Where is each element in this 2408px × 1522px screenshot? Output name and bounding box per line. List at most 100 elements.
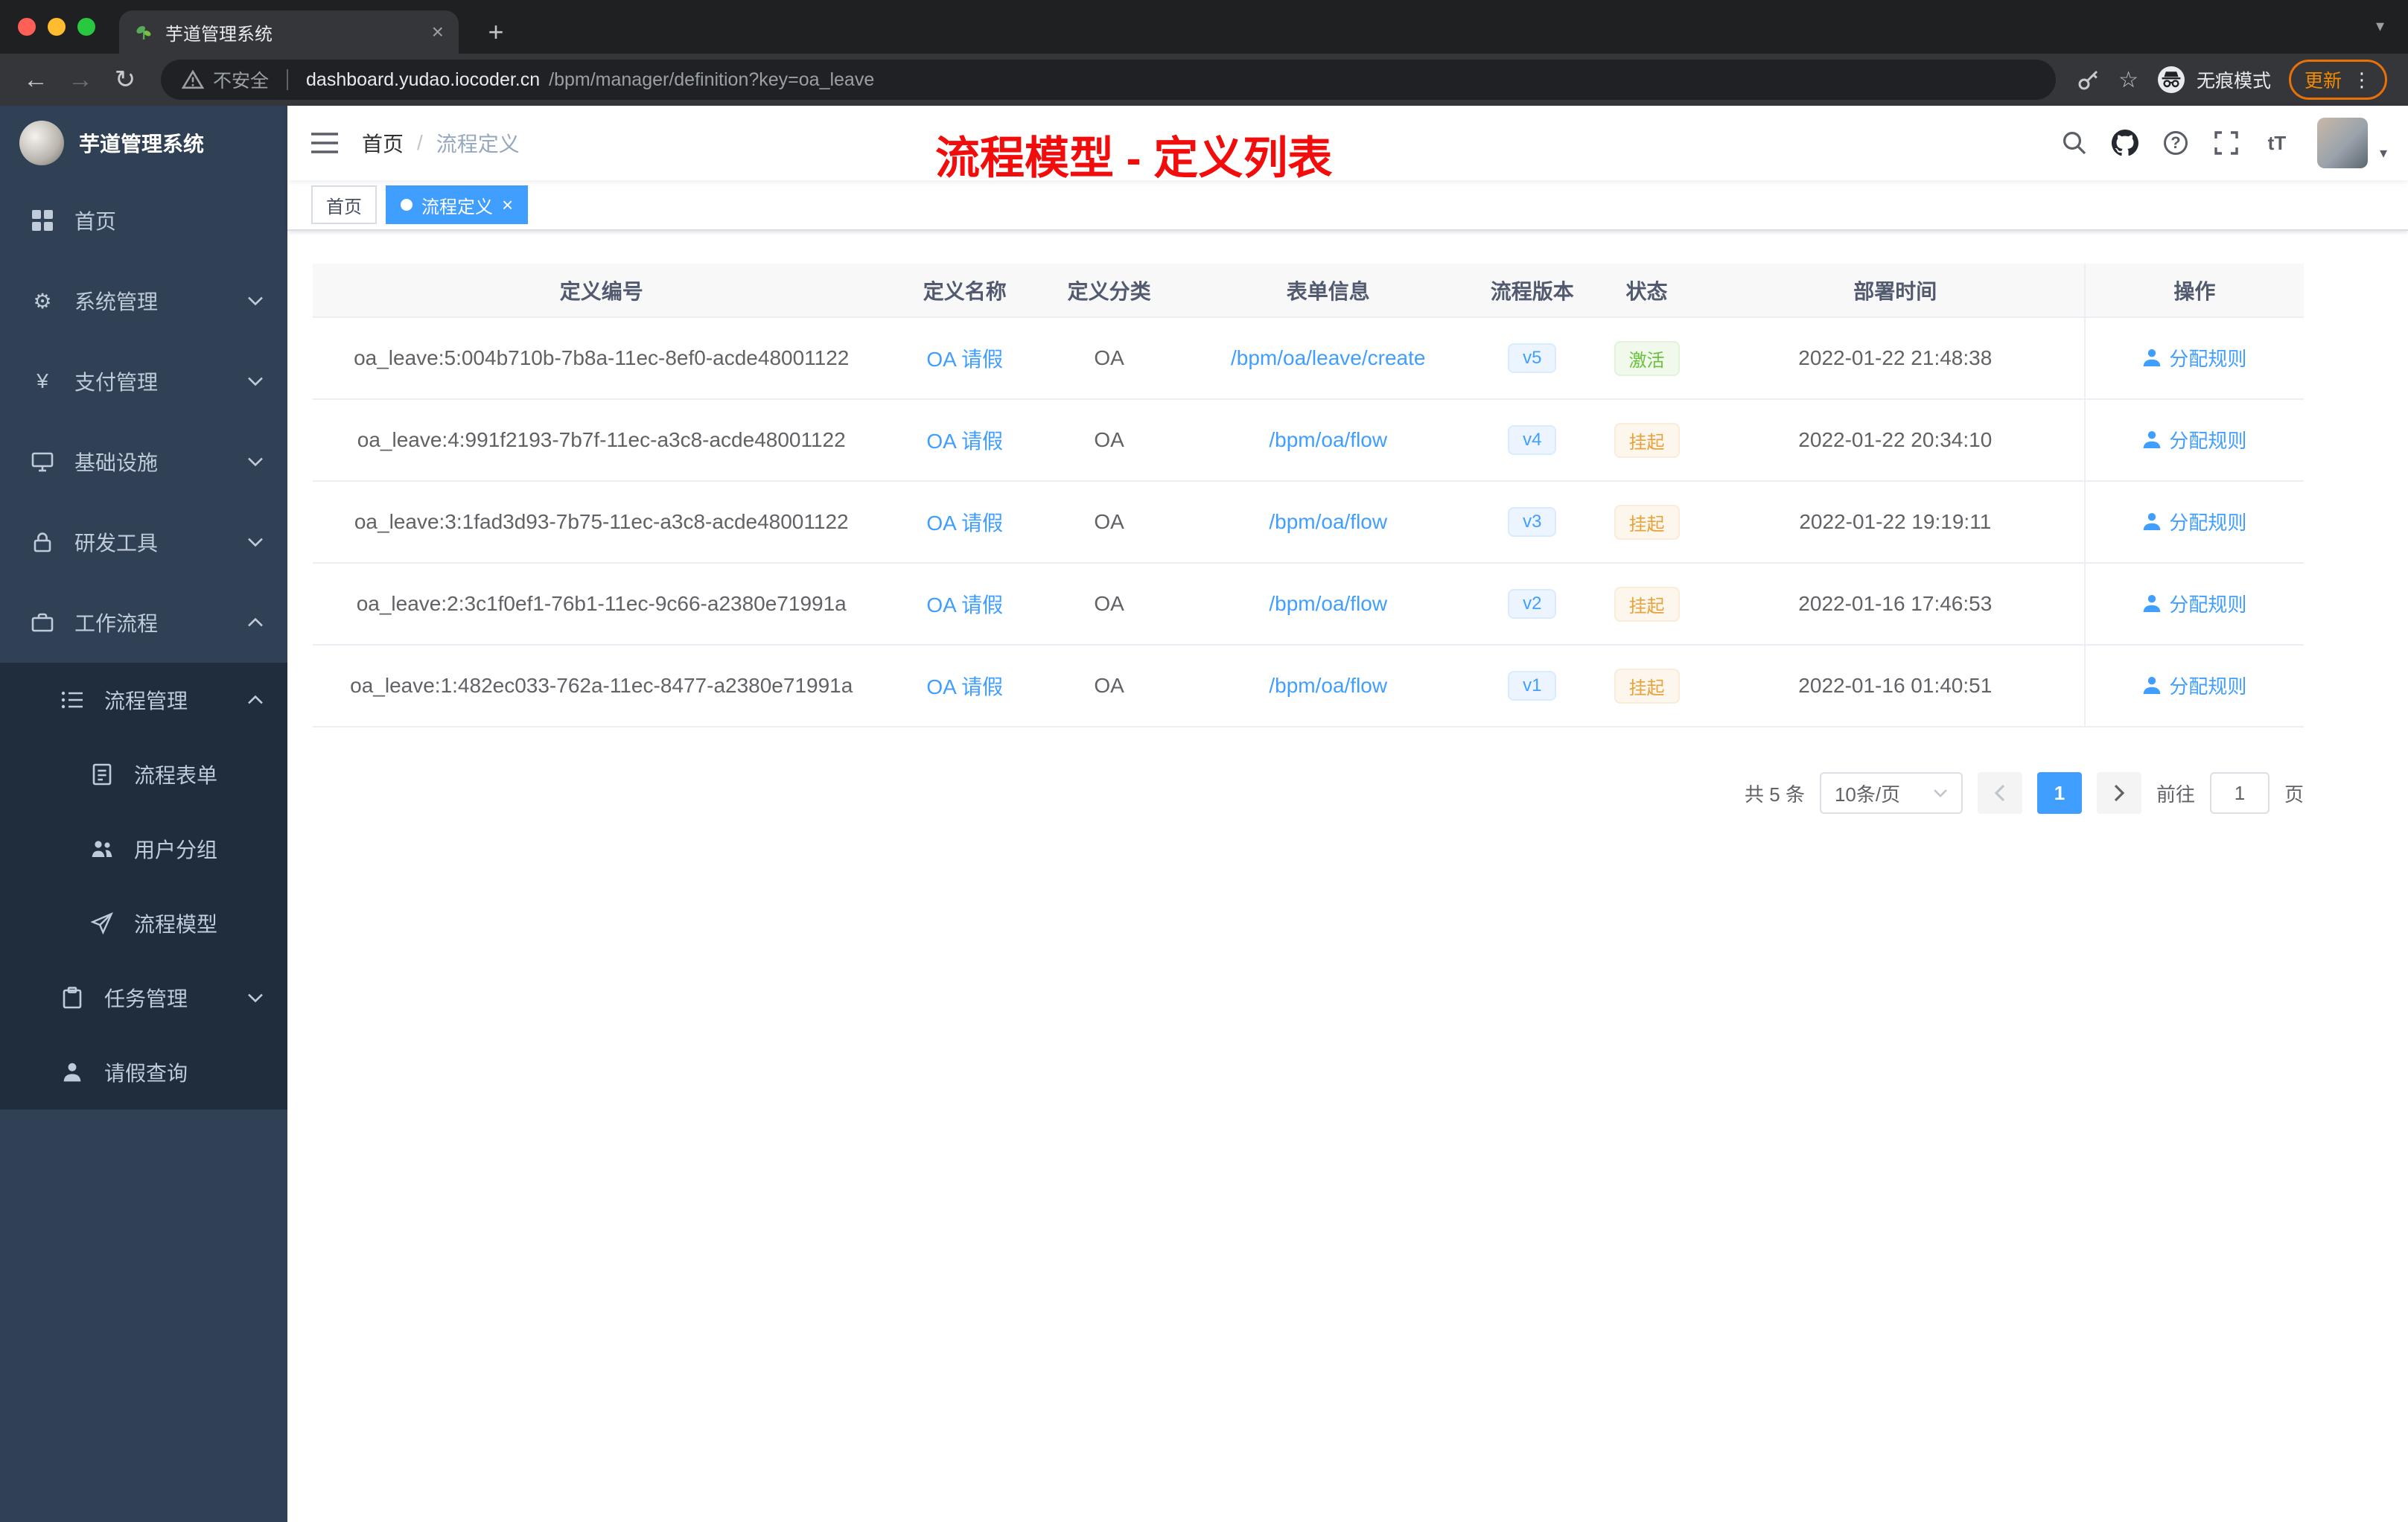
sidebar-item-task-mgmt[interactable]: 任务管理 xyxy=(0,961,287,1035)
cell-definition-id: oa_leave:3:1fad3d93-7b75-11ec-a3c8-acde4… xyxy=(313,481,891,564)
gear-icon: ⚙ xyxy=(33,289,52,313)
breadcrumb-home[interactable]: 首页 xyxy=(362,128,404,158)
briefcase-icon xyxy=(30,611,55,634)
bookmark-star-icon[interactable]: ☆ xyxy=(2118,67,2138,93)
goto-label: 前往 xyxy=(2156,783,2195,806)
github-icon[interactable] xyxy=(2106,124,2144,162)
address-bar[interactable]: 不安全 dashboard.yudao.iocoder.cn/bpm/manag… xyxy=(161,60,2057,100)
form-info-link[interactable]: /bpm/oa/leave/create xyxy=(1231,346,1426,369)
definition-name-link[interactable]: OA 请假 xyxy=(926,430,1003,453)
reload-icon[interactable]: ↻ xyxy=(104,59,146,101)
form-info-link[interactable]: /bpm/oa/flow xyxy=(1269,592,1387,615)
status-badge: 挂起 xyxy=(1614,504,1680,540)
version-badge: v2 xyxy=(1508,589,1557,619)
goto-page-input[interactable] xyxy=(2209,772,2270,814)
chevron-up-icon xyxy=(247,695,264,705)
chevron-up-icon xyxy=(247,617,264,628)
assign-rule-button[interactable]: 分配规则 xyxy=(2142,590,2246,617)
page-size-select[interactable]: 10条/页 xyxy=(1819,772,1963,814)
question-mark: ? xyxy=(2163,131,2188,155)
assign-rule-button[interactable]: 分配规则 xyxy=(2142,508,2246,535)
sidebar-item-payment[interactable]: ¥ 支付管理 xyxy=(0,341,287,421)
hamburger-icon[interactable] xyxy=(287,106,362,180)
sidebar-item-leave-query[interactable]: 请假查询 xyxy=(0,1035,287,1109)
sidebar-item-infra[interactable]: 基础设施 xyxy=(0,421,287,502)
sidebar-item-label: 基础设施 xyxy=(74,451,159,474)
incognito-badge: 无痕模式 xyxy=(2156,65,2271,95)
assign-rule-button[interactable]: 分配规则 xyxy=(2142,344,2246,372)
table-header-row: 定义编号 定义名称 定义分类 表单信息 流程版本 状态 部署时间 操作 xyxy=(313,264,2304,318)
version-badge: v5 xyxy=(1508,343,1557,373)
sidebar-item-label: 支付管理 xyxy=(74,371,159,394)
sidebar-item-home[interactable]: 首页 xyxy=(0,180,287,261)
sidebar-item-label: 首页 xyxy=(74,210,117,233)
definition-name-link[interactable]: OA 请假 xyxy=(926,512,1003,535)
fullscreen-icon[interactable] xyxy=(2207,124,2246,162)
form-info-link[interactable]: /bpm/oa/flow xyxy=(1269,510,1387,533)
sidebar-item-process-model[interactable]: 流程模型 xyxy=(0,886,287,961)
status-badge: 挂起 xyxy=(1614,422,1680,458)
update-button[interactable]: 更新 ⋮ xyxy=(2288,60,2387,100)
window-controls xyxy=(18,18,95,36)
next-page-button[interactable] xyxy=(2096,772,2141,814)
sidebar-logo[interactable]: 芋道管理系统 xyxy=(0,106,287,180)
assign-rule-button[interactable]: 分配规则 xyxy=(2142,426,2246,453)
active-tag-dot xyxy=(401,199,413,211)
font-size-icon[interactable]: tT xyxy=(2258,124,2296,162)
sidebar-item-process-mgmt[interactable]: 流程管理 xyxy=(0,663,287,737)
status-badge: 激活 xyxy=(1614,340,1680,376)
definition-name-link[interactable]: OA 请假 xyxy=(926,348,1003,371)
avatar-caret-icon[interactable]: ▾ xyxy=(2380,144,2387,162)
sidebar-item-user-group[interactable]: 用户分组 xyxy=(0,812,287,886)
assign-rule-button[interactable]: 分配规则 xyxy=(2142,672,2246,699)
forward-icon[interactable]: → xyxy=(60,59,101,101)
cell-deploy-time: 2022-01-22 20:34:10 xyxy=(1706,399,2085,482)
tag-close-icon[interactable]: × xyxy=(502,194,513,217)
sidebar-item-label: 研发工具 xyxy=(74,532,159,555)
new-tab-button[interactable]: + xyxy=(477,16,515,48)
tab-search-chevron-icon[interactable]: ▾ xyxy=(2376,16,2384,36)
cell-category: OA xyxy=(1039,481,1179,564)
browser-tab[interactable]: 芋道管理系统 × xyxy=(119,10,459,54)
avatar[interactable] xyxy=(2316,118,2368,168)
definition-name-link[interactable]: OA 请假 xyxy=(926,675,1003,698)
breadcrumb-separator: / xyxy=(417,131,423,154)
definition-name-link[interactable]: OA 请假 xyxy=(926,593,1003,617)
prev-page-button[interactable] xyxy=(1977,772,2022,814)
sidebar: 芋道管理系统 首页 ⚙ 系统管理 ¥ 支付管理 基础设施 研发工具 工作流程 流… xyxy=(0,106,287,1522)
form-info-link[interactable]: /bpm/oa/flow xyxy=(1269,428,1387,451)
table-row: oa_leave:1:482ec033-762a-11ec-8477-a2380… xyxy=(313,645,2304,727)
minimize-window-button[interactable] xyxy=(48,18,66,36)
cell-definition-id: oa_leave:5:004b710b-7b8a-11ec-8ef0-acde4… xyxy=(313,317,891,400)
status-badge: 挂起 xyxy=(1614,586,1680,622)
table-row: oa_leave:2:3c1f0ef1-76b1-11ec-9c66-a2380… xyxy=(313,563,2304,646)
help-icon[interactable]: ? xyxy=(2156,124,2195,162)
chevron-down-icon xyxy=(247,376,264,386)
close-window-button[interactable] xyxy=(18,18,36,36)
back-icon[interactable]: ← xyxy=(15,59,57,101)
annotation-text: 流程模型 - 定义列表 xyxy=(935,133,1333,183)
cell-deploy-time: 2022-01-16 01:40:51 xyxy=(1706,645,2085,727)
tag-home[interactable]: 首页 xyxy=(311,185,377,224)
sidebar-item-devtools[interactable]: 研发工具 xyxy=(0,502,287,582)
password-key-icon[interactable] xyxy=(2077,68,2100,92)
breadcrumb-current: 流程定义 xyxy=(436,133,520,156)
cell-deploy-time: 2022-01-22 21:48:38 xyxy=(1706,317,2085,400)
browser-menu-icon[interactable]: ⋮ xyxy=(2352,69,2372,92)
zoom-window-button[interactable] xyxy=(77,18,95,36)
sidebar-item-workflow[interactable]: 工作流程 xyxy=(0,582,287,663)
search-icon[interactable] xyxy=(2055,124,2094,162)
tag-process-definition[interactable]: 流程定义 × xyxy=(386,185,529,224)
chevron-down-icon xyxy=(247,296,264,306)
security-label[interactable]: 不安全 xyxy=(213,66,269,93)
sidebar-item-system[interactable]: ⚙ 系统管理 xyxy=(0,261,287,341)
page-1-button[interactable]: 1 xyxy=(2036,772,2082,814)
page-content: 定义编号 定义名称 定义分类 表单信息 流程版本 状态 部署时间 操作 oa_l xyxy=(287,231,2408,873)
col-definition-id: 定义编号 xyxy=(313,264,891,318)
app-shell: 芋道管理系统 首页 ⚙ 系统管理 ¥ 支付管理 基础设施 研发工具 工作流程 流… xyxy=(0,106,2408,1522)
tab-close-icon[interactable]: × xyxy=(432,20,444,44)
form-info-link[interactable]: /bpm/oa/flow xyxy=(1269,674,1387,697)
chevron-down-icon xyxy=(247,993,264,1003)
incognito-icon xyxy=(2156,65,2186,95)
sidebar-item-process-form[interactable]: 流程表单 xyxy=(0,737,287,812)
